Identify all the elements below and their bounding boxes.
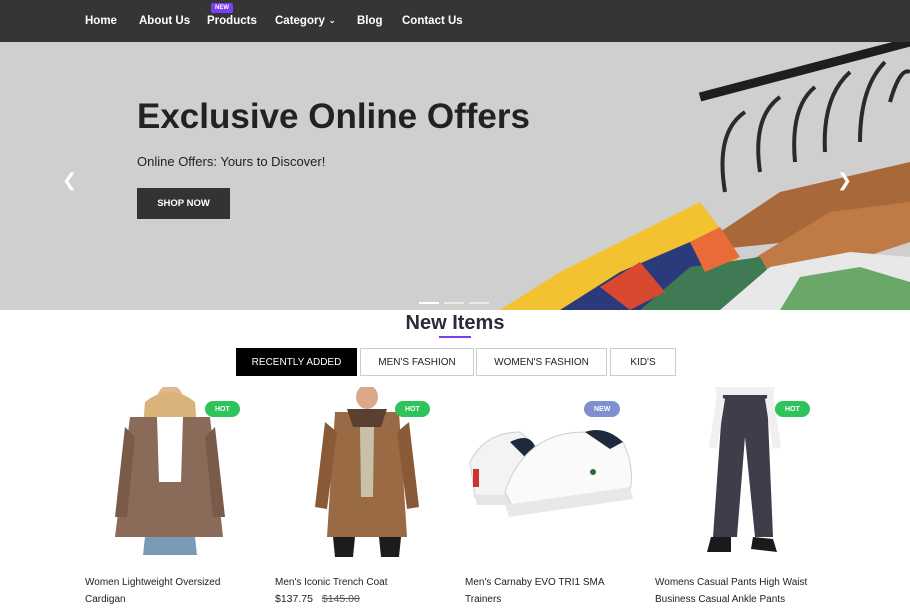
product-image[interactable]: NEW <box>465 387 640 557</box>
tab-kids[interactable]: KID'S <box>610 348 676 376</box>
product-name[interactable]: Men's Iconic Trench Coat <box>275 574 450 591</box>
product-card[interactable]: NEW Men's Carnaby EVO TRI1 SMA Trainers <box>465 387 640 605</box>
nav-category[interactable]: Category ⌄ <box>275 15 336 27</box>
hot-badge: HOT <box>395 401 430 417</box>
tab-womens-fashion[interactable]: WOMEN'S FASHION <box>476 348 607 376</box>
chevron-right-icon[interactable]: ❯ <box>837 170 852 191</box>
hot-badge: HOT <box>205 401 240 417</box>
slider-dots <box>419 302 489 304</box>
slide-dot-1[interactable] <box>419 302 439 304</box>
slide-dot-2[interactable] <box>444 302 464 304</box>
product-image[interactable]: HOT <box>655 387 830 557</box>
product-card[interactable]: HOT Womens Casual Pants High Waist Busin… <box>655 387 830 605</box>
hero-title: Exclusive Online Offers <box>137 97 530 136</box>
product-card[interactable]: HOT Women Lightweight Oversized Cardigan <box>85 385 260 605</box>
nav-products[interactable]: Products <box>207 15 257 27</box>
product-image[interactable]: HOT <box>275 385 450 557</box>
product-name[interactable]: Men's Carnaby EVO TRI1 SMA Trainers <box>465 574 640 608</box>
new-badge: NEW <box>211 3 233 13</box>
slide-dot-3[interactable] <box>469 302 489 304</box>
product-price: $137.75 $145.00 <box>275 593 360 605</box>
hanging-clothes-image <box>500 42 910 310</box>
nav-about-us[interactable]: About Us <box>139 15 190 27</box>
nav-home[interactable]: Home <box>85 15 117 27</box>
tab-recently-added[interactable]: RECENTLY ADDED <box>236 348 357 376</box>
product-card[interactable]: HOT Men's Iconic Trench Coat $137.75 $14… <box>275 385 450 605</box>
hero-subtitle: Online Offers: Yours to Discover! <box>137 154 326 169</box>
product-image[interactable]: HOT <box>85 385 260 557</box>
product-name[interactable]: Women Lightweight Oversized Cardigan <box>85 574 260 608</box>
nav-blog[interactable]: Blog <box>357 15 383 27</box>
title-underline <box>439 336 471 338</box>
tab-mens-fashion[interactable]: MEN'S FASHION <box>360 348 474 376</box>
nav-category-label: Category <box>275 15 325 27</box>
chevron-left-icon[interactable]: ❮ <box>62 170 77 191</box>
chevron-down-icon: ⌄ <box>328 16 336 25</box>
old-price: $145.00 <box>321 593 360 605</box>
product-name[interactable]: Womens Casual Pants High Waist Business … <box>655 574 830 608</box>
hot-badge: HOT <box>775 401 810 417</box>
new-badge: NEW <box>584 401 621 417</box>
top-navigation: Home About Us NEW Products Category ⌄ Blo… <box>0 0 910 42</box>
section-title: New Items <box>405 312 505 334</box>
hero-banner: Exclusive Online Offers Online Offers: Y… <box>0 42 910 310</box>
current-price: $137.75 <box>275 593 313 605</box>
shop-now-button[interactable]: SHOP NOW <box>137 188 230 219</box>
nav-contact-us[interactable]: Contact Us <box>402 15 463 27</box>
